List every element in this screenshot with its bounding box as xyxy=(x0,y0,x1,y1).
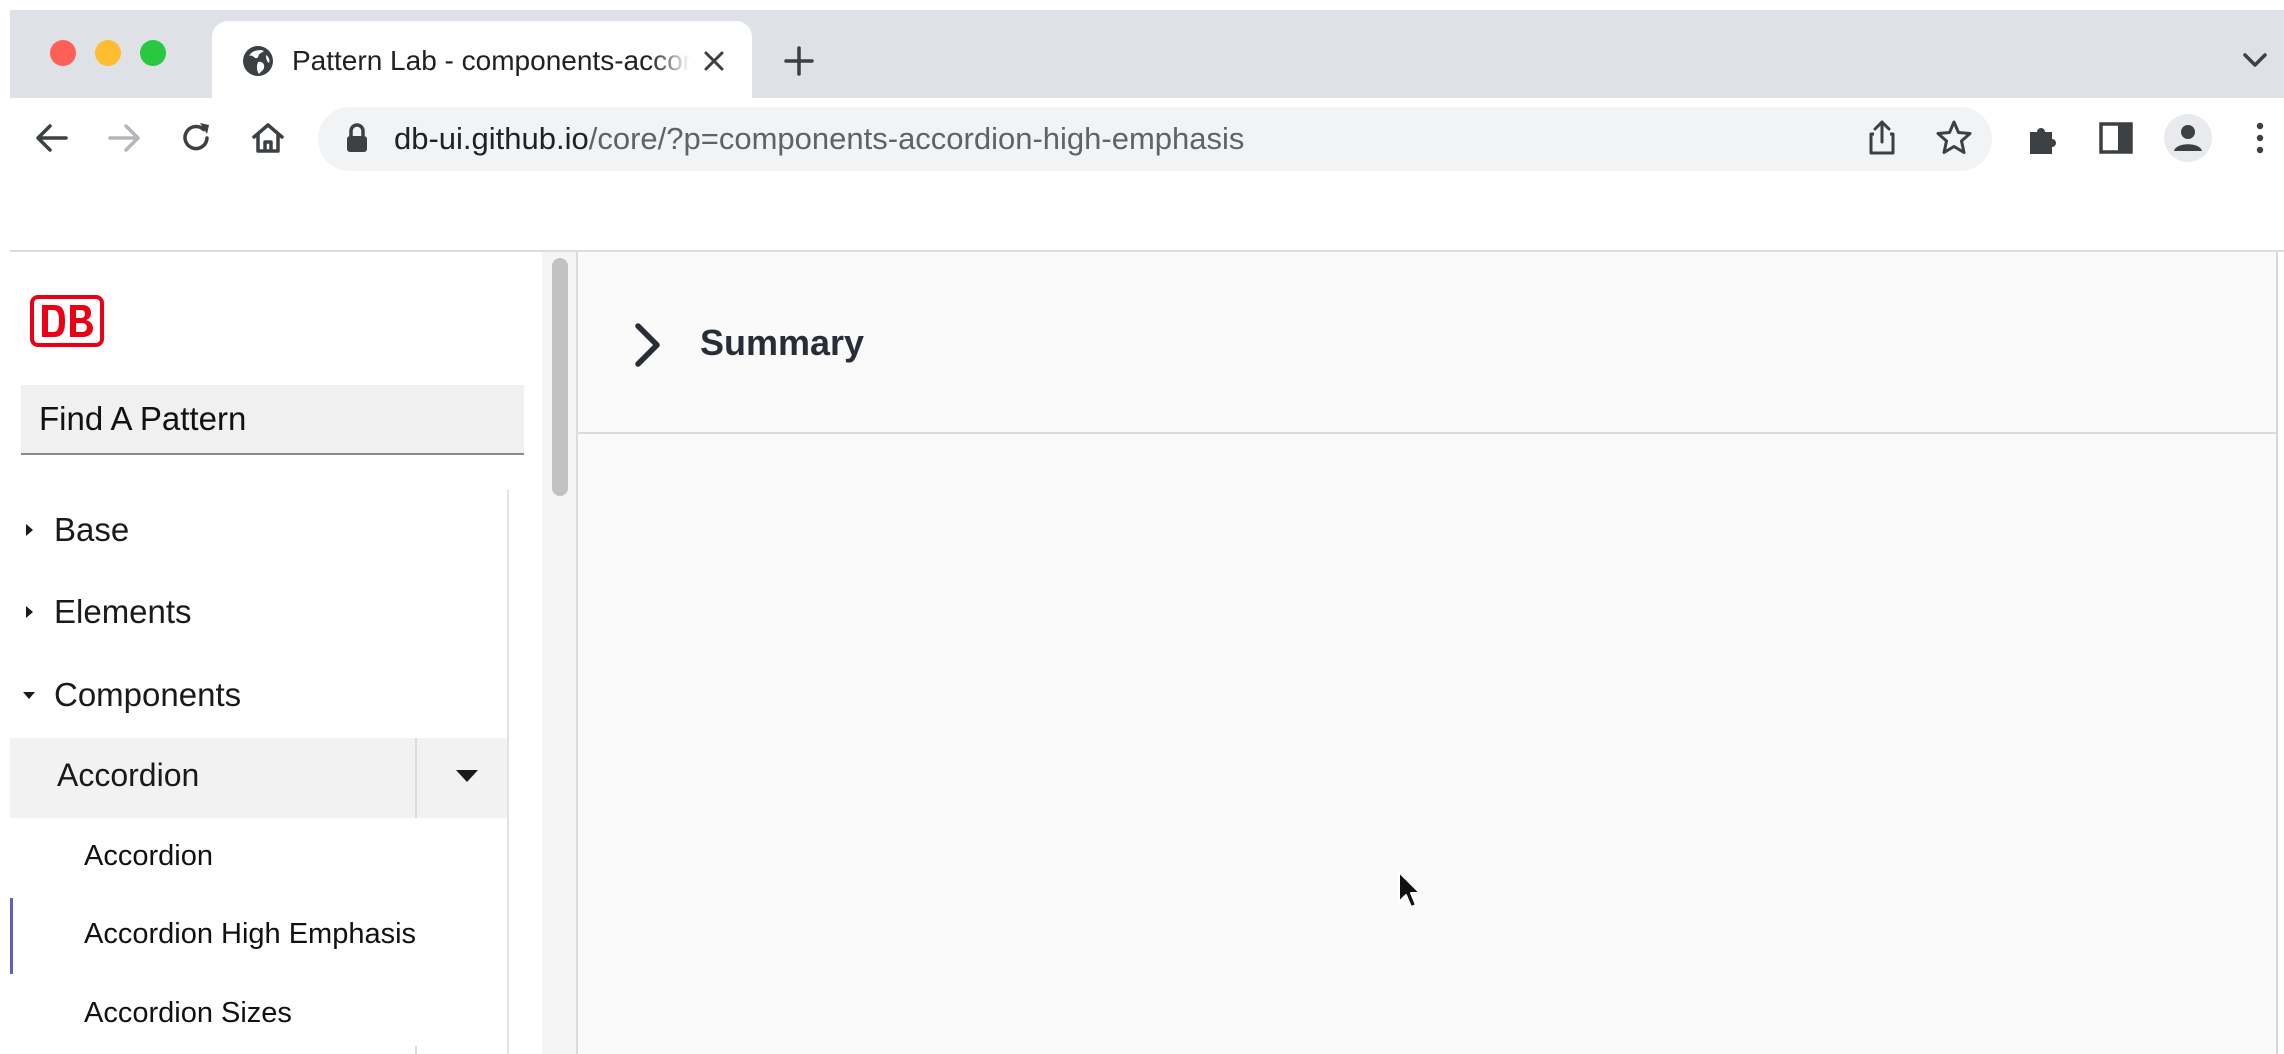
reload-icon[interactable] xyxy=(176,118,216,158)
globe-icon xyxy=(243,46,273,76)
tab-title: Pattern Lab - components-accordion-high-… xyxy=(292,45,690,76)
nav-item-accordion-high-emphasis[interactable]: Accordion High Emphasis xyxy=(84,918,416,951)
share-icon[interactable] xyxy=(1862,118,1902,158)
window-close-button[interactable] xyxy=(50,40,76,66)
accordion-summary-label[interactable]: Summary xyxy=(700,322,864,364)
window-minimize-button[interactable] xyxy=(95,40,121,66)
nav-category-elements[interactable]: Elements xyxy=(22,582,192,642)
active-item-indicator xyxy=(10,898,13,974)
home-icon[interactable] xyxy=(248,118,288,158)
accordion-divider xyxy=(578,432,2276,434)
nav-category-label: Elements xyxy=(54,593,192,630)
close-tab-icon[interactable] xyxy=(699,46,729,76)
nav-category-label: Base xyxy=(54,511,130,548)
url-path: /core/?p=components-accordion-high-empha… xyxy=(588,121,1245,156)
nav-group-label: Accordion xyxy=(57,757,200,793)
url-host: db-ui.github.io xyxy=(394,121,589,156)
back-arrow-icon[interactable] xyxy=(32,118,72,158)
window-edge xyxy=(0,0,10,1054)
nav-category-label: Components xyxy=(54,676,242,713)
nav-group-divider xyxy=(415,738,417,818)
nav-group-accordion[interactable]: Accordion xyxy=(10,738,507,818)
lock-icon[interactable] xyxy=(344,122,370,154)
caret-right-icon xyxy=(26,606,33,618)
nav-item-accordion[interactable]: Accordion xyxy=(84,840,213,873)
caret-down-icon[interactable] xyxy=(454,766,480,786)
extensions-puzzle-icon[interactable] xyxy=(2024,118,2064,158)
mouse-pointer-icon xyxy=(1398,871,1421,908)
more-menu-icon[interactable] xyxy=(2240,118,2280,158)
nav-divider-tick xyxy=(415,1046,417,1054)
nav-category-components[interactable]: Components xyxy=(22,665,241,725)
db-logo[interactable] xyxy=(30,295,104,347)
url-text[interactable]: db-ui.github.io/core/?p=components-accor… xyxy=(394,118,1244,160)
forward-arrow-icon[interactable] xyxy=(104,118,144,158)
profile-icon[interactable] xyxy=(2168,118,2208,158)
caret-right-icon xyxy=(26,524,33,536)
nav-divider-line xyxy=(507,490,509,1054)
side-panel-icon[interactable] xyxy=(2096,118,2136,158)
preview-right-edge xyxy=(2276,252,2284,1054)
caret-down-icon xyxy=(23,692,35,699)
window-zoom-button[interactable] xyxy=(140,40,166,66)
browser-tab[interactable]: Pattern Lab - components-accordion-high-… xyxy=(212,21,752,98)
new-tab-icon[interactable] xyxy=(782,44,816,78)
sidebar-scrollbar-thumb[interactable] xyxy=(552,258,568,496)
nav-item-accordion-sizes[interactable]: Accordion Sizes xyxy=(84,997,292,1030)
nav-category-base[interactable]: Base xyxy=(22,500,129,560)
find-pattern-input[interactable] xyxy=(21,385,524,455)
chevron-right-icon[interactable] xyxy=(630,320,666,370)
bookmark-star-icon[interactable] xyxy=(1934,118,1974,158)
chevron-down-icon[interactable] xyxy=(2240,48,2270,72)
